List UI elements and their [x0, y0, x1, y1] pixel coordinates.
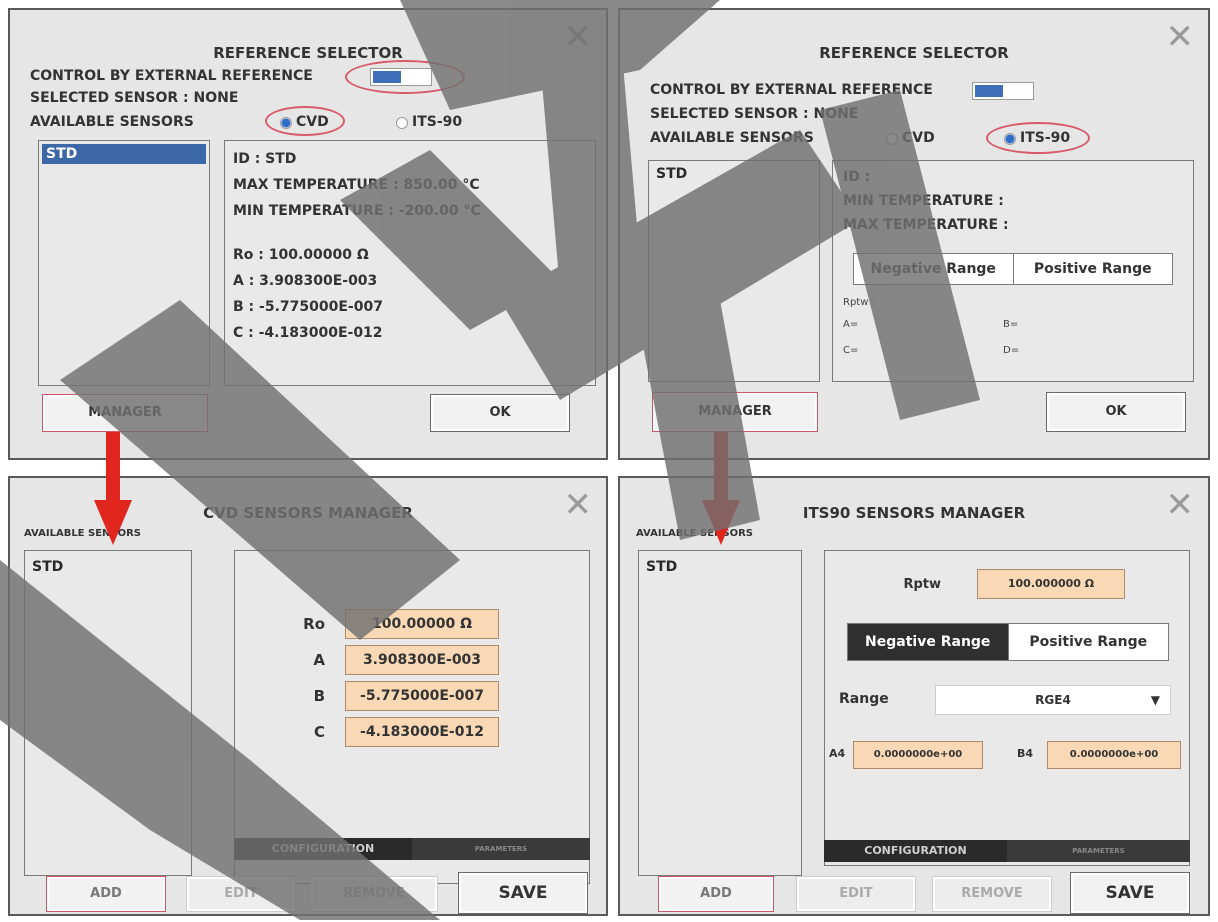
cvd-sensors-manager-panel: ✕ CVD SENSORS MANAGER AVAILABLE SENSORS …	[8, 476, 608, 916]
panel-title: CVD SENSORS MANAGER	[203, 504, 413, 522]
reference-selector-cvd-panel: ✕ REFERENCE SELECTOR CONTROL BY EXTERNAL…	[8, 8, 608, 460]
b-value: B : -5.775000E-007	[233, 299, 383, 315]
tab-configuration[interactable]: CONFIGURATION	[234, 838, 412, 860]
negative-range-tab[interactable]: Negative Range	[854, 254, 1013, 284]
selected-sensor-label: SELECTED SENSOR : NONE	[30, 90, 239, 106]
add-button[interactable]: ADD	[46, 876, 166, 912]
its90-sensors-manager-panel: ✕ ITS90 SENSORS MANAGER AVAILABLE SENSOR…	[618, 476, 1210, 916]
sensor-list: STD	[38, 140, 210, 386]
positive-range-tab[interactable]: Positive Range	[1012, 254, 1173, 284]
rptw-label: Rptw :	[843, 297, 875, 308]
rptw-field[interactable]: 100.000000 Ω	[977, 569, 1125, 599]
sensor-list: STD	[24, 550, 192, 876]
param-field-a[interactable]: 3.908300E-003	[345, 645, 499, 675]
param-label-a: A	[313, 651, 325, 669]
control-external-label: CONTROL BY EXTERNAL REFERENCE	[650, 82, 933, 98]
panel-title: REFERENCE SELECTOR	[819, 44, 1009, 62]
range-selector[interactable]: Negative Range Positive Range	[853, 253, 1173, 285]
list-item[interactable]: STD	[642, 557, 798, 577]
remove-button[interactable]: REMOVE	[932, 876, 1052, 912]
save-button[interactable]: SAVE	[458, 872, 588, 914]
save-button[interactable]: SAVE	[1070, 872, 1190, 914]
param-field-c[interactable]: -4.183000E-012	[345, 717, 499, 747]
range-label: Range	[839, 691, 889, 707]
parameters-box: Rptw 100.000000 Ω Negative Range Positiv…	[824, 550, 1190, 866]
edit-button[interactable]: EDIT	[796, 876, 916, 912]
edit-button[interactable]: EDIT	[186, 876, 296, 912]
sensor-list: STD	[648, 160, 820, 382]
reference-selector-its90-panel: ✕ REFERENCE SELECTOR CONTROL BY EXTERNAL…	[618, 8, 1210, 460]
range-selector[interactable]: Negative Range Positive Range	[847, 623, 1169, 661]
positive-range-tab[interactable]: Positive Range	[1007, 624, 1169, 660]
radio-cvd[interactable]	[886, 133, 898, 145]
ok-button[interactable]: OK	[1046, 392, 1186, 432]
a4-label: A4	[829, 747, 846, 760]
c-coef-label: C=	[843, 345, 859, 356]
max-temperature: MAX TEMPERATURE :	[843, 217, 1009, 233]
radio-its90-label: ITS-90	[412, 114, 463, 130]
ro-value: Ro : 100.00000 Ω	[233, 247, 369, 263]
sensor-id: ID : STD	[233, 151, 297, 167]
panel-title: ITS90 SENSORS MANAGER	[802, 504, 1026, 522]
highlight-ring	[345, 60, 465, 94]
list-item[interactable]: STD	[28, 557, 188, 577]
negative-range-tab[interactable]: Negative Range	[848, 624, 1008, 660]
param-field-b[interactable]: -5.775000E-007	[345, 681, 499, 711]
a4-field[interactable]: 0.0000000e+00	[853, 741, 983, 769]
max-temperature: MAX TEMPERATURE : 850.00 °C	[233, 177, 480, 193]
tab-parameters[interactable]: PARAMETERS	[412, 838, 590, 860]
available-sensors-label: AVAILABLE SENSORS	[30, 114, 194, 130]
selected-sensor-label: SELECTED SENSOR : NONE	[650, 106, 859, 122]
range-select-value: RGE4	[1035, 693, 1071, 707]
manager-button[interactable]: MANAGER	[42, 394, 208, 432]
external-reference-toggle[interactable]	[972, 82, 1034, 100]
add-button[interactable]: ADD	[658, 876, 774, 912]
b-coef-label: B=	[1003, 319, 1019, 330]
sensor-id: ID :	[843, 169, 871, 185]
rptw-label: Rptw	[903, 577, 941, 592]
a-value: A : 3.908300E-003	[233, 273, 378, 289]
sensor-info-box: ID : STD MAX TEMPERATURE : 850.00 °C MIN…	[224, 140, 596, 386]
param-field-ro[interactable]: 100.00000 Ω	[345, 609, 499, 639]
remove-button[interactable]: REMOVE	[310, 876, 438, 912]
available-sensors-label: AVAILABLE SENSORS	[650, 130, 814, 146]
d-coef-label: D=	[1003, 345, 1020, 356]
b4-field[interactable]: 0.0000000e+00	[1047, 741, 1181, 769]
highlight-ring	[265, 106, 345, 136]
radio-cvd-label: CVD	[902, 130, 935, 146]
param-label-ro: Ro	[303, 615, 325, 633]
range-select[interactable]: RGE4 ▼	[935, 685, 1171, 715]
radio-its90[interactable]	[396, 117, 408, 129]
list-item[interactable]: STD	[652, 164, 816, 184]
sensor-info-box: ID : MIN TEMPERATURE : MAX TEMPERATURE :…	[832, 160, 1194, 382]
available-sensors-label: AVAILABLE SENSORS	[636, 528, 754, 539]
highlight-ring	[986, 122, 1090, 154]
available-sensors-label: AVAILABLE SENSORS	[24, 528, 142, 539]
param-label-b: B	[313, 687, 325, 705]
b4-label: B4	[1017, 747, 1034, 760]
manager-button[interactable]: MANAGER	[652, 392, 818, 432]
control-external-label: CONTROL BY EXTERNAL REFERENCE	[30, 68, 313, 84]
c-value: C : -4.183000E-012	[233, 325, 383, 341]
sensor-list: STD	[638, 550, 802, 876]
ok-button[interactable]: OK	[430, 394, 570, 432]
min-temperature: MIN TEMPERATURE :	[843, 193, 1004, 209]
min-temperature: MIN TEMPERATURE : -200.00 °C	[233, 203, 481, 219]
panel-title: REFERENCE SELECTOR	[213, 44, 403, 62]
chevron-down-icon: ▼	[1150, 693, 1160, 707]
parameters-box: Ro 100.00000 Ω A 3.908300E-003 B -5.7750…	[234, 550, 590, 884]
tab-parameters[interactable]: PARAMETERS	[1007, 840, 1190, 862]
manager-tabs: CONFIGURATION PARAMETERS	[824, 840, 1190, 862]
list-item[interactable]: STD	[42, 144, 206, 164]
manager-tabs: CONFIGURATION PARAMETERS	[234, 838, 590, 860]
param-label-c: C	[313, 723, 325, 741]
a-coef-label: A=	[843, 319, 859, 330]
tab-configuration[interactable]: CONFIGURATION	[824, 840, 1007, 862]
